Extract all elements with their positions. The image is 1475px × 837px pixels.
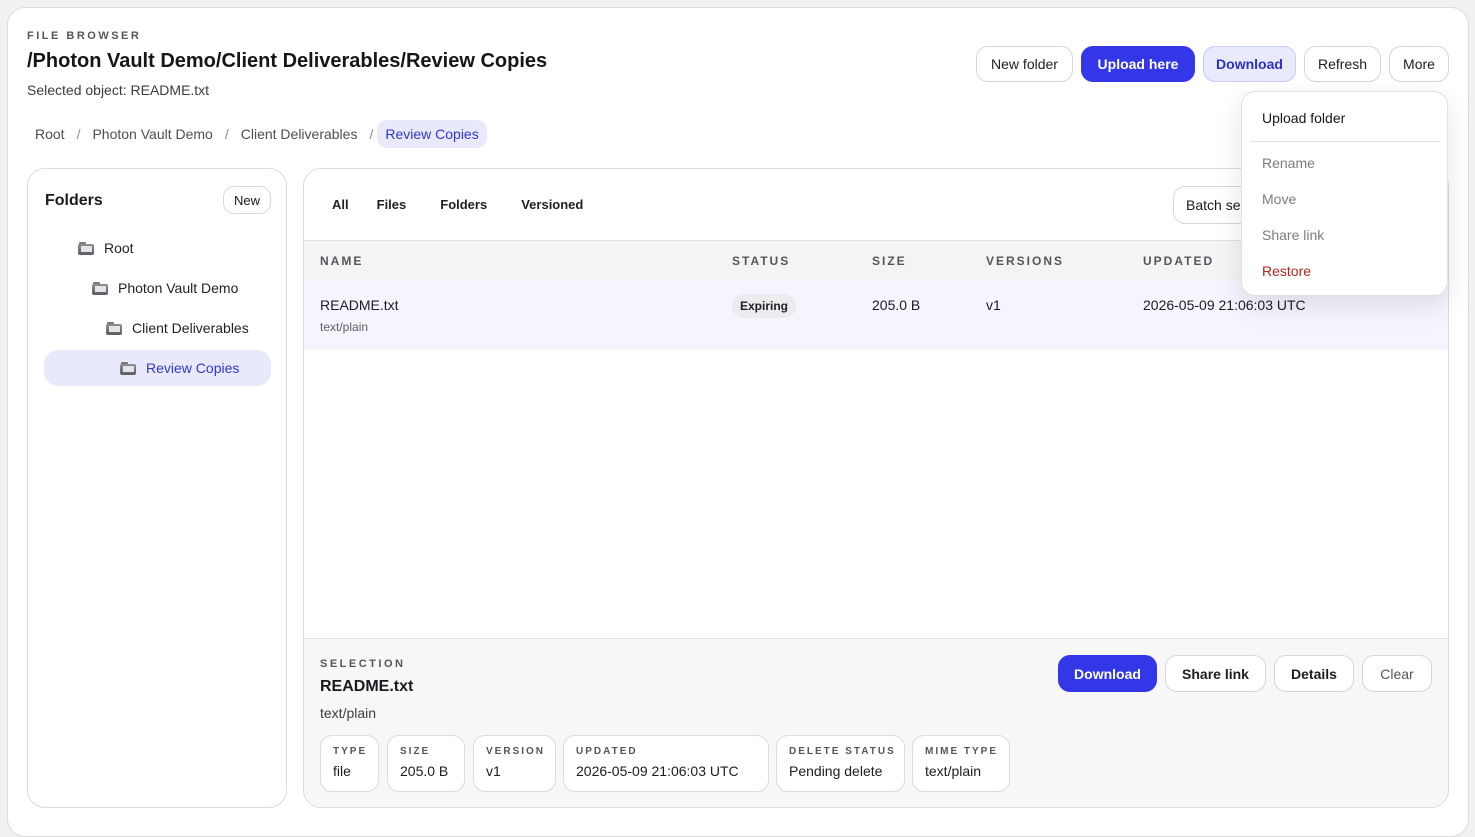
menu-item-restore[interactable]: Restore (1262, 263, 1311, 279)
breadcrumb-separator: / (76, 126, 81, 142)
meta-chip-value: text/plain (925, 763, 982, 779)
meta-chip-label: MIME TYPE (925, 746, 999, 757)
breadcrumb-root[interactable]: Root (27, 120, 73, 148)
meta-chip-label: SIZE (400, 746, 431, 757)
column-size[interactable]: SIZE (872, 254, 907, 268)
selection-share-link-button[interactable]: Share link (1165, 655, 1266, 692)
selection-details-button[interactable]: Details (1274, 655, 1354, 692)
breadcrumb-separator: / (224, 126, 229, 142)
folder-icon (78, 241, 94, 255)
filter-versioned[interactable]: Versioned (509, 191, 595, 218)
page-title: /Photon Vault Demo/Client Deliverables/R… (27, 50, 548, 72)
meta-chip-label: TYPE (333, 746, 368, 757)
meta-chip-label: DELETE STATUS (789, 746, 896, 757)
menu-item-upload-folder[interactable]: Upload folder (1262, 110, 1345, 126)
meta-chip-value: file (333, 763, 351, 779)
breadcrumb-photon-vault-demo[interactable]: Photon Vault Demo (84, 120, 220, 148)
meta-chip-value: 2026-05-09 21:06:03 UTC (576, 763, 739, 779)
more-button[interactable]: More (1389, 46, 1449, 82)
tree-item-label: Root (104, 240, 134, 256)
new-folder-sidebar-button[interactable]: New (223, 186, 271, 214)
folder-icon (106, 321, 122, 335)
meta-chip-value: v1 (486, 763, 501, 779)
file-mime: text/plain (320, 320, 369, 334)
tree-item-root[interactable]: Root (44, 230, 271, 266)
tree-item-label: Client Deliverables (132, 320, 249, 336)
menu-item-share-link[interactable]: Share link (1262, 227, 1324, 243)
column-updated[interactable]: UPDATED (1143, 254, 1214, 268)
download-button[interactable]: Download (1203, 46, 1296, 82)
selection-eyebrow: SELECTION (320, 658, 406, 670)
folders-sidebar: Folders New Root Photon Vault Demo Clien… (27, 168, 287, 808)
selection-download-button[interactable]: Download (1058, 655, 1157, 692)
folders-title: Folders (45, 192, 103, 209)
meta-chip-version: VERSION v1 (473, 735, 556, 792)
tree-item-client-deliverables[interactable]: Client Deliverables (44, 310, 271, 346)
file-versions: v1 (986, 297, 1001, 313)
file-updated: 2026-05-09 21:06:03 UTC (1143, 297, 1306, 313)
tree-item-review-copies[interactable]: Review Copies (44, 350, 271, 386)
file-size: 205.0 B (872, 297, 921, 313)
filter-folders[interactable]: Folders (428, 191, 499, 218)
menu-divider (1250, 141, 1440, 142)
tree-item-label: Review Copies (146, 360, 240, 376)
selection-panel: SELECTION README.txt text/plain Download… (304, 638, 1448, 807)
selection-clear-button[interactable]: Clear (1362, 655, 1432, 692)
meta-chip-type: TYPE file (320, 735, 379, 792)
upload-here-button[interactable]: Upload here (1081, 46, 1195, 82)
column-versions[interactable]: VERSIONS (986, 254, 1064, 268)
selection-subtitle: text/plain (320, 705, 377, 721)
selected-object-label: Selected object: README.txt (27, 82, 210, 98)
meta-chip-size: SIZE 205.0 B (387, 735, 465, 792)
folder-icon (120, 361, 136, 375)
page-eyebrow: FILE BROWSER (27, 30, 142, 42)
breadcrumb: Root / Photon Vault Demo / Client Delive… (27, 120, 487, 148)
meta-chip-label: UPDATED (576, 746, 638, 757)
selection-title: README.txt (320, 678, 414, 695)
tree-item-photon-vault-demo[interactable]: Photon Vault Demo (44, 270, 271, 306)
menu-item-move[interactable]: Move (1262, 191, 1296, 207)
meta-chip-label: VERSION (486, 746, 546, 757)
meta-chip-delete-status: DELETE STATUS Pending delete (776, 735, 905, 792)
breadcrumb-review-copies[interactable]: Review Copies (377, 120, 487, 148)
filter-all[interactable]: All (320, 191, 361, 218)
filter-files[interactable]: Files (365, 191, 419, 218)
meta-chip-mime-type: MIME TYPE text/plain (912, 735, 1010, 792)
refresh-button[interactable]: Refresh (1304, 46, 1381, 82)
new-folder-button[interactable]: New folder (976, 46, 1073, 82)
meta-chip-value: Pending delete (789, 763, 883, 779)
breadcrumb-separator: / (369, 126, 374, 142)
meta-chip-updated: UPDATED 2026-05-09 21:06:03 UTC (563, 735, 769, 792)
column-status[interactable]: STATUS (732, 254, 790, 268)
breadcrumb-client-deliverables[interactable]: Client Deliverables (233, 120, 366, 148)
meta-chip-value: 205.0 B (400, 763, 449, 779)
status-badge: Expiring (732, 294, 797, 318)
menu-item-rename[interactable]: Rename (1262, 155, 1315, 171)
tree-item-label: Photon Vault Demo (118, 280, 239, 296)
column-name[interactable]: NAME (320, 254, 363, 268)
file-name: README.txt (320, 297, 399, 313)
filter-tabs: All Files Folders Versioned (320, 191, 595, 218)
more-dropdown-menu: Upload folder Rename Move Share link Res… (1241, 91, 1448, 296)
folder-icon (92, 281, 108, 295)
